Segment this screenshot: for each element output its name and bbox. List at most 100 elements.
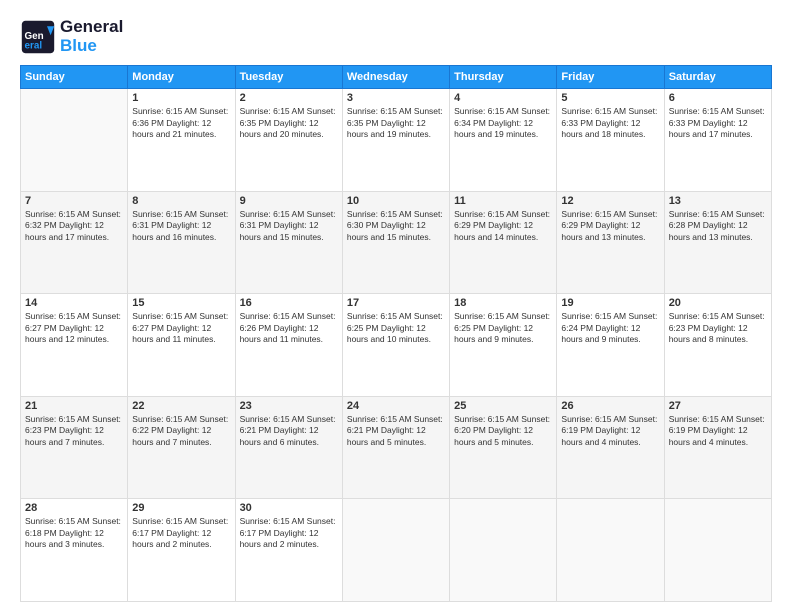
calendar-cell: 15 Sunrise: 6:15 AM Sunset: 6:27 PM Dayli… [128,294,235,397]
day-number: 7 [25,195,123,207]
day-number: 28 [25,502,123,514]
day-number: 2 [240,92,338,104]
day-number: 27 [669,400,767,412]
weekday-header-row: SundayMondayTuesdayWednesdayThursdayFrid… [21,66,772,89]
day-info: Sunrise: 6:15 AM Sunset: 6:17 PM Dayligh… [132,516,230,550]
calendar-cell: 26Sunrise: 6:15 AM Sunset: 6:19 PM Dayli… [557,396,664,499]
day-info: Sunrise: 6:15 AM Sunset: 6:29 PM Dayligh… [454,209,552,243]
calendar-cell: 25 Sunrise: 6:15 AM Sunset: 6:20 PM Dayli… [450,396,557,499]
day-number: 25 [454,400,552,412]
day-number: 26 [561,400,659,412]
day-info: Sunrise: 6:15 AM Sunset: 6:24 PM Dayligh… [561,311,659,345]
day-number: 21 [25,400,123,412]
calendar-cell: 30 Sunrise: 6:15 AM Sunset: 6:17 PM Dayli… [235,499,342,602]
day-info: Sunrise: 6:15 AM Sunset: 6:29 PM Dayligh… [561,209,659,243]
calendar-cell: 27 Sunrise: 6:15 AM Sunset: 6:19 PM Dayli… [664,396,771,499]
day-info: Sunrise: 6:15 AM Sunset: 6:28 PM Dayligh… [669,209,767,243]
calendar-cell [21,89,128,192]
calendar-cell: 20Sunrise: 6:15 AM Sunset: 6:23 PM Dayli… [664,294,771,397]
calendar-cell [342,499,449,602]
day-info: Sunrise: 6:15 AM Sunset: 6:31 PM Dayligh… [240,209,338,243]
calendar-cell: 10 Sunrise: 6:15 AM Sunset: 6:30 PM Dayli… [342,191,449,294]
day-number: 20 [669,297,767,309]
calendar-cell: 2 Sunrise: 6:15 AM Sunset: 6:35 PM Daylig… [235,89,342,192]
day-info: Sunrise: 6:15 AM Sunset: 6:35 PM Dayligh… [347,106,445,140]
day-number: 8 [132,195,230,207]
logo-icon: Gen eral [20,19,56,55]
calendar-cell [450,499,557,602]
day-number: 12 [561,195,659,207]
calendar-cell: 13 Sunrise: 6:15 AM Sunset: 6:28 PM Dayli… [664,191,771,294]
weekday-header-wednesday: Wednesday [342,66,449,89]
day-info: Sunrise: 6:15 AM Sunset: 6:34 PM Dayligh… [454,106,552,140]
week-row-2: 7 Sunrise: 6:15 AM Sunset: 6:32 PM Daylig… [21,191,772,294]
day-number: 13 [669,195,767,207]
week-row-3: 14 Sunrise: 6:15 AM Sunset: 6:27 PM Dayli… [21,294,772,397]
day-info: Sunrise: 6:15 AM Sunset: 6:26 PM Dayligh… [240,311,338,345]
day-number: 3 [347,92,445,104]
calendar-cell: 9 Sunrise: 6:15 AM Sunset: 6:31 PM Daylig… [235,191,342,294]
day-info: Sunrise: 6:15 AM Sunset: 6:18 PM Dayligh… [25,516,123,550]
day-number: 11 [454,195,552,207]
day-info: Sunrise: 6:15 AM Sunset: 6:36 PM Dayligh… [132,106,230,140]
calendar-table: SundayMondayTuesdayWednesdayThursdayFrid… [20,65,772,602]
calendar-cell: 17Sunrise: 6:15 AM Sunset: 6:25 PM Dayli… [342,294,449,397]
weekday-header-tuesday: Tuesday [235,66,342,89]
day-number: 17 [347,297,445,309]
day-number: 16 [240,297,338,309]
calendar-cell: 21 Sunrise: 6:15 AM Sunset: 6:23 PM Dayli… [21,396,128,499]
day-info: Sunrise: 6:15 AM Sunset: 6:21 PM Dayligh… [240,414,338,448]
calendar-cell: 16 Sunrise: 6:15 AM Sunset: 6:26 PM Dayli… [235,294,342,397]
calendar-cell: 18Sunrise: 6:15 AM Sunset: 6:25 PM Dayli… [450,294,557,397]
calendar-cell: 4 Sunrise: 6:15 AM Sunset: 6:34 PM Daylig… [450,89,557,192]
day-info: Sunrise: 6:15 AM Sunset: 6:31 PM Dayligh… [132,209,230,243]
weekday-header-sunday: Sunday [21,66,128,89]
calendar-cell: 24Sunrise: 6:15 AM Sunset: 6:21 PM Dayli… [342,396,449,499]
day-number: 24 [347,400,445,412]
day-info: Sunrise: 6:15 AM Sunset: 6:22 PM Dayligh… [132,414,230,448]
day-info: Sunrise: 6:15 AM Sunset: 6:33 PM Dayligh… [669,106,767,140]
day-number: 10 [347,195,445,207]
logo: Gen eral General Blue [20,18,123,55]
weekday-header-friday: Friday [557,66,664,89]
day-info: Sunrise: 6:15 AM Sunset: 6:27 PM Dayligh… [132,311,230,345]
logo-text: General Blue [60,18,123,55]
calendar-cell: 7 Sunrise: 6:15 AM Sunset: 6:32 PM Daylig… [21,191,128,294]
week-row-5: 28 Sunrise: 6:15 AM Sunset: 6:18 PM Dayli… [21,499,772,602]
calendar-cell: 19 Sunrise: 6:15 AM Sunset: 6:24 PM Dayli… [557,294,664,397]
day-number: 14 [25,297,123,309]
day-number: 4 [454,92,552,104]
day-number: 15 [132,297,230,309]
calendar-cell: 8 Sunrise: 6:15 AM Sunset: 6:31 PM Daylig… [128,191,235,294]
day-info: Sunrise: 6:15 AM Sunset: 6:27 PM Dayligh… [25,311,123,345]
calendar-cell: 23 Sunrise: 6:15 AM Sunset: 6:21 PM Dayli… [235,396,342,499]
day-number: 30 [240,502,338,514]
day-number: 29 [132,502,230,514]
day-info: Sunrise: 6:15 AM Sunset: 6:25 PM Dayligh… [454,311,552,345]
day-info: Sunrise: 6:15 AM Sunset: 6:35 PM Dayligh… [240,106,338,140]
day-number: 22 [132,400,230,412]
weekday-header-thursday: Thursday [450,66,557,89]
day-info: Sunrise: 6:15 AM Sunset: 6:33 PM Dayligh… [561,106,659,140]
day-number: 23 [240,400,338,412]
calendar-cell: 12 Sunrise: 6:15 AM Sunset: 6:29 PM Dayli… [557,191,664,294]
calendar-cell [557,499,664,602]
day-number: 5 [561,92,659,104]
calendar-cell: 6 Sunrise: 6:15 AM Sunset: 6:33 PM Daylig… [664,89,771,192]
calendar-cell: 1 Sunrise: 6:15 AM Sunset: 6:36 PM Daylig… [128,89,235,192]
calendar-cell: 5 Sunrise: 6:15 AM Sunset: 6:33 PM Daylig… [557,89,664,192]
day-info: Sunrise: 6:15 AM Sunset: 6:19 PM Dayligh… [669,414,767,448]
day-info: Sunrise: 6:15 AM Sunset: 6:30 PM Dayligh… [347,209,445,243]
day-info: Sunrise: 6:15 AM Sunset: 6:32 PM Dayligh… [25,209,123,243]
day-info: Sunrise: 6:15 AM Sunset: 6:23 PM Dayligh… [25,414,123,448]
calendar-cell: 14 Sunrise: 6:15 AM Sunset: 6:27 PM Dayli… [21,294,128,397]
svg-text:eral: eral [25,40,43,51]
day-number: 6 [669,92,767,104]
day-info: Sunrise: 6:15 AM Sunset: 6:17 PM Dayligh… [240,516,338,550]
weekday-header-saturday: Saturday [664,66,771,89]
day-number: 19 [561,297,659,309]
day-info: Sunrise: 6:15 AM Sunset: 6:20 PM Dayligh… [454,414,552,448]
day-number: 9 [240,195,338,207]
week-row-1: 1 Sunrise: 6:15 AM Sunset: 6:36 PM Daylig… [21,89,772,192]
day-number: 1 [132,92,230,104]
